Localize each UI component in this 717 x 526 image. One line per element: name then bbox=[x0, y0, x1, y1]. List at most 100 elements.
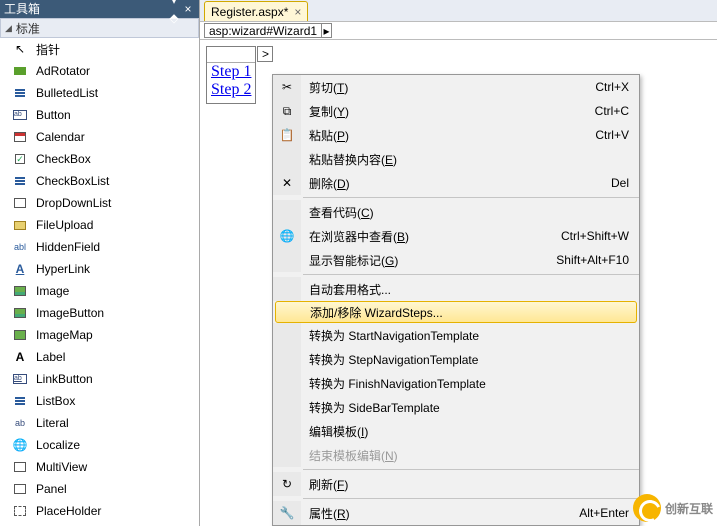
toolbox-item-hiddenfield[interactable]: ablHiddenField bbox=[0, 236, 199, 258]
chk-icon: ✓ bbox=[12, 151, 28, 167]
menu-item[interactable]: 编辑模板(I) bbox=[273, 419, 639, 443]
toolbox-item-label: PlaceHolder bbox=[36, 504, 101, 518]
wizard-selection-handle[interactable]: > bbox=[207, 47, 255, 63]
toolbox-item-label: LinkButton bbox=[36, 372, 93, 386]
menu-item[interactable]: 转换为 StepNavigationTemplate bbox=[273, 347, 639, 371]
wizard-step-link[interactable]: Step 1 bbox=[211, 63, 251, 81]
cursor-icon: ↖ bbox=[12, 41, 28, 57]
menu-item[interactable]: 粘贴替换内容(E) bbox=[273, 147, 639, 171]
mv-icon bbox=[12, 459, 28, 475]
toolbox-item-label: Panel bbox=[36, 482, 67, 496]
toolbox-item-panel[interactable]: Panel bbox=[0, 478, 199, 500]
rot-icon bbox=[12, 63, 28, 79]
file-tab[interactable]: Register.aspx* × bbox=[204, 1, 308, 21]
menu-item[interactable]: 转换为 StartNavigationTemplate bbox=[273, 323, 639, 347]
menu-item[interactable]: 🌐在浏览器中查看(B)Ctrl+Shift+W bbox=[273, 224, 639, 248]
prop-icon: 🔧 bbox=[273, 501, 301, 525]
menu-item[interactable]: ↻刷新(F) bbox=[273, 472, 639, 496]
menu-separator bbox=[303, 469, 639, 470]
lbox-icon bbox=[12, 393, 28, 409]
breadcrumb-item[interactable]: asp:wizard#Wizard1 bbox=[204, 23, 322, 38]
menu-item[interactable]: ✂剪切(T)Ctrl+X bbox=[273, 75, 639, 99]
menu-item[interactable]: 转换为 SideBarTemplate bbox=[273, 395, 639, 419]
tab-label: Register.aspx* bbox=[211, 5, 288, 19]
blank-icon bbox=[273, 200, 301, 224]
menu-item[interactable]: 🔧属性(R)Alt+Enter bbox=[273, 501, 639, 525]
loc-icon: 🌐 bbox=[12, 437, 28, 453]
toolbox-item-adrotator[interactable]: AdRotator bbox=[0, 60, 199, 82]
toolbox-item-label: 指针 bbox=[36, 41, 60, 58]
menu-item-label: 转换为 SideBarTemplate bbox=[301, 399, 629, 416]
breadcrumb-caret-icon[interactable]: ▸ bbox=[322, 23, 332, 38]
menu-item-label: 显示智能标记(G) bbox=[301, 252, 556, 269]
toolbox-item-bulletedlist[interactable]: BulletedList bbox=[0, 82, 199, 104]
toolbox-item-label: Label bbox=[36, 350, 65, 364]
menu-item-label: 编辑模板(I) bbox=[301, 423, 629, 440]
toolbox-item-literal[interactable]: abLiteral bbox=[0, 412, 199, 434]
toolbox-item-label[interactable]: ALabel bbox=[0, 346, 199, 368]
toolbox-item-imagemap[interactable]: ImageMap bbox=[0, 324, 199, 346]
menu-item[interactable]: ✕删除(D)Del bbox=[273, 171, 639, 195]
toolbox-panel: 工具箱 ▾ ⬘ × ◢ 标准 ↖指针AdRotatorBulletedLista… bbox=[0, 0, 200, 526]
toolbox-item-label: ImageMap bbox=[36, 328, 93, 342]
menu-item[interactable]: 转换为 FinishNavigationTemplate bbox=[273, 371, 639, 395]
toolbox-item-checkbox[interactable]: ✓ CheckBox bbox=[0, 148, 199, 170]
toolbox-titlebar: 工具箱 ▾ ⬘ × bbox=[0, 0, 199, 18]
blank-icon bbox=[276, 300, 302, 324]
toolbox-item-fileupload[interactable]: FileUpload bbox=[0, 214, 199, 236]
wizard-step-link[interactable]: Step 2 bbox=[211, 81, 251, 99]
toolbox-item-calendar[interactable]: Calendar bbox=[0, 126, 199, 148]
toolbox-item-button[interactable]: ab Button bbox=[0, 104, 199, 126]
toolbox-item-label: MultiView bbox=[36, 460, 87, 474]
menu-shortcut: Alt+Enter bbox=[579, 506, 639, 520]
imgb-icon bbox=[12, 305, 28, 321]
menu-item-label: 转换为 StepNavigationTemplate bbox=[301, 351, 629, 368]
toolbox-item-imagebutton[interactable]: ImageButton bbox=[0, 302, 199, 324]
blank-icon bbox=[273, 371, 301, 395]
menu-item[interactable]: 添加/移除 WizardSteps... bbox=[275, 301, 637, 323]
toolbox-item-label: DropDownList bbox=[36, 196, 111, 210]
menu-shortcut: Ctrl+C bbox=[595, 104, 639, 118]
wizard-sidebar: Step 1Step 2 bbox=[207, 63, 255, 103]
menu-item[interactable]: ⧉复制(Y)Ctrl+C bbox=[273, 99, 639, 123]
toolbox-item-listbox[interactable]: ListBox bbox=[0, 390, 199, 412]
imgm-icon bbox=[12, 327, 28, 343]
menu-item[interactable]: 自动套用格式... bbox=[273, 277, 639, 301]
toolbox-item-multiview[interactable]: MultiView bbox=[0, 456, 199, 478]
menu-item-label: 刷新(F) bbox=[301, 476, 629, 493]
toolbox-item-localize[interactable]: 🌐Localize bbox=[0, 434, 199, 456]
menu-item[interactable]: 查看代码(C) bbox=[273, 200, 639, 224]
toolbox-item-hyperlink[interactable]: AHyperLink bbox=[0, 258, 199, 280]
toolbox-item-placeholder[interactable]: PlaceHolder bbox=[0, 500, 199, 522]
cal-icon bbox=[12, 129, 28, 145]
toolbox-item-label: Button bbox=[36, 108, 71, 122]
toolbox-item-label: BulletedList bbox=[36, 86, 98, 100]
pin-icon[interactable]: ▾ ⬘ bbox=[167, 0, 181, 27]
ph-icon bbox=[12, 503, 28, 519]
toolbox-item-label: ImageButton bbox=[36, 306, 104, 320]
btn-icon: ab bbox=[12, 107, 28, 123]
lit-icon: ab bbox=[12, 415, 28, 431]
blank-icon bbox=[273, 419, 301, 443]
expand-icon: ◢ bbox=[5, 23, 12, 34]
menu-shortcut: Del bbox=[611, 176, 639, 190]
toolbox-item-checkboxlist[interactable]: CheckBoxList bbox=[0, 170, 199, 192]
menu-item[interactable]: 📋粘贴(P)Ctrl+V bbox=[273, 123, 639, 147]
toolbox-item-image[interactable]: Image bbox=[0, 280, 199, 302]
toolbox-item-dropdownlist[interactable]: DropDownList bbox=[0, 192, 199, 214]
lbtn-icon: ab bbox=[12, 371, 28, 387]
menu-shortcut: Ctrl+Shift+W bbox=[561, 229, 639, 243]
tab-close-icon[interactable]: × bbox=[294, 5, 301, 19]
menu-item[interactable]: 显示智能标记(G)Shift+Alt+F10 bbox=[273, 248, 639, 272]
toolbox-item-label: CheckBox bbox=[36, 152, 91, 166]
context-menu: ✂剪切(T)Ctrl+X⧉复制(Y)Ctrl+C📋粘贴(P)Ctrl+V粘贴替换… bbox=[272, 74, 640, 526]
fu-icon bbox=[12, 217, 28, 233]
wizard-control[interactable]: > Step 1Step 2 bbox=[206, 46, 256, 104]
close-icon[interactable]: × bbox=[181, 0, 195, 18]
toolbox-item-linkbutton[interactable]: ab LinkButton bbox=[0, 368, 199, 390]
smart-tag-icon[interactable]: > bbox=[257, 46, 273, 62]
img-icon bbox=[12, 283, 28, 299]
menu-shortcut: Shift+Alt+F10 bbox=[556, 253, 639, 267]
menu-item-label: 删除(D) bbox=[301, 175, 611, 192]
toolbox-item-指针[interactable]: ↖ 指针 bbox=[0, 38, 199, 60]
